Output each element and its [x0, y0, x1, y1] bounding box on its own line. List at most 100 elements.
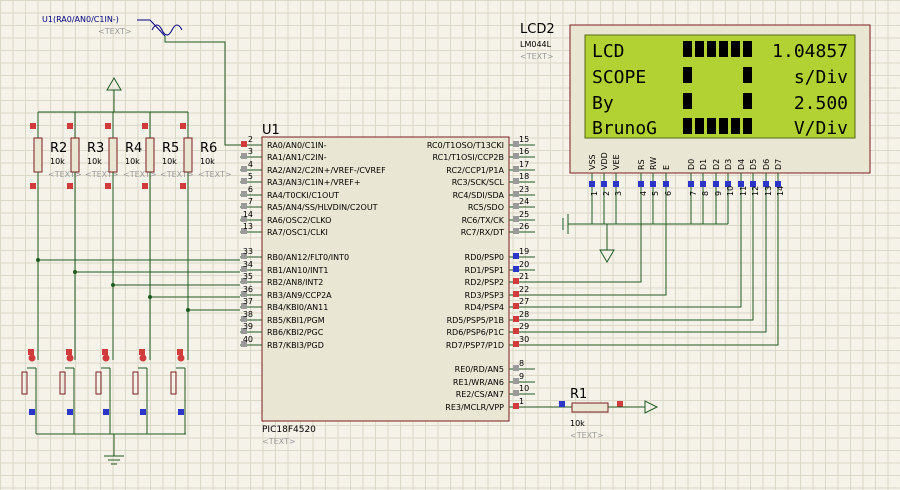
- mcu-pin-number-2: 2: [248, 135, 253, 144]
- lcd-pin-number-6: 6: [664, 191, 673, 196]
- lcd-row-left-text: By: [592, 93, 614, 114]
- lcd-pin-marker: [650, 181, 656, 187]
- resistor-body: [70, 137, 80, 173]
- mcu-pin-marker-left: [241, 141, 247, 147]
- lcd-row-left-text: LCD: [592, 41, 625, 62]
- lcd-pin-name-d1: D1: [699, 159, 708, 170]
- lcd-row-right-text: 1.04857: [772, 41, 848, 62]
- mcu-pin-name-10: RE2/CS/AN7: [456, 390, 504, 399]
- lcd-pin-number-14: 14: [776, 186, 785, 196]
- lcd-part: LM044L: [520, 40, 552, 49]
- resistor-value: 10k: [125, 157, 140, 166]
- mcu-pin-number-8: 8: [519, 359, 524, 368]
- mcu-pin-number-35: 35: [243, 272, 253, 281]
- lcd-block-char: [683, 67, 692, 83]
- r1-text-placeholder: <TEXT>: [570, 431, 604, 440]
- lcd-pin-number-10: 10: [726, 186, 735, 196]
- lcd-pin-number-5: 5: [651, 191, 660, 196]
- button-pin-top: [177, 349, 183, 355]
- mcu-pin-name-20: RD1/PSP1: [465, 266, 504, 275]
- lcd-pin-number-11: 11: [739, 186, 748, 196]
- mcu-pin-number-30: 30: [519, 335, 529, 344]
- mcu-pin-name-8: RE0/RD/AN5: [455, 365, 504, 374]
- lcd-pin-name-d5: D5: [749, 159, 758, 170]
- mcu-pin-name-29: RD6/PSP6/P1C: [446, 328, 504, 337]
- r1-ref: R1: [570, 387, 587, 402]
- mcu-pin-number-19: 19: [519, 247, 529, 256]
- lcd-block-char: [695, 41, 704, 57]
- resistor-ref-r4: R4: [125, 141, 142, 156]
- lcd-block-char: [683, 41, 692, 57]
- resistor-pin-top: [30, 123, 36, 129]
- lcd-pin-marker: [713, 181, 719, 187]
- resistor-body: [108, 137, 118, 173]
- resistor-body: [145, 137, 155, 173]
- button-pin-bottom: [103, 409, 109, 415]
- probe-wire-to-ra0: [164, 36, 240, 146]
- lcd-row-left-text: SCOPE: [592, 67, 646, 88]
- lcd-pin-name-rs: RS: [637, 159, 646, 170]
- lcd-pin-marker: [688, 181, 694, 187]
- resistor-value: 10k: [87, 157, 102, 166]
- lcd-text-placeholder: <TEXT>: [520, 52, 554, 61]
- wire-d4-rd4: [535, 198, 742, 308]
- mcu-pin-number-18: 18: [519, 172, 529, 181]
- resistor-ref-r6: R6: [200, 141, 217, 156]
- button-pin-top: [102, 349, 108, 355]
- button-plunger: [59, 371, 66, 395]
- mcu-pin-number-15: 15: [519, 135, 529, 144]
- button-contact: [102, 354, 110, 362]
- mcu-pin-name-39: RB6/KBI2/PGC: [267, 328, 324, 337]
- mcu-pin-name-38: RB5/KBI1/PGM: [267, 316, 325, 325]
- resistor-value: 10k: [50, 157, 65, 166]
- resistor-text-placeholder: <TEXT>: [198, 170, 232, 179]
- mcu-pin-number-22: 22: [519, 285, 529, 294]
- mcu-pin-name-1: RE3/MCLR/VPP: [445, 403, 504, 412]
- lcd-ref: LCD2: [520, 22, 555, 37]
- button-pin-bottom: [67, 409, 73, 415]
- lcd-pin-number-9: 9: [714, 191, 723, 196]
- resistor-value: 10k: [200, 157, 215, 166]
- mcu-pin-name-21: RD2/PSP2: [465, 278, 504, 287]
- mcu-pin-name-19: RD0/PSP0: [465, 253, 504, 262]
- button-pin-top: [28, 349, 34, 355]
- mcu-pin-marker-left: [241, 191, 247, 197]
- lcd-pin-name-d6: D6: [762, 159, 771, 170]
- mcu-pin-number-28: 28: [519, 310, 529, 319]
- mcu-pin-number-9: 9: [519, 372, 524, 381]
- mcu-pin-number-20: 20: [519, 260, 529, 269]
- mcu-pin-number-21: 21: [519, 272, 529, 281]
- resistor-pin-bottom: [30, 183, 36, 189]
- mcu-pin-number-1: 1: [519, 397, 524, 406]
- mcu-pin-number-36: 36: [243, 285, 253, 294]
- resistor-body: [33, 137, 43, 173]
- mcu-pin-number-27: 27: [519, 297, 529, 306]
- lcd-block-char: [683, 118, 692, 134]
- mcu-pin-name-13: RA7/OSC1/CLKI: [267, 228, 328, 237]
- lcd-pin-number-13: 13: [764, 186, 773, 196]
- lcd-row-right-text: V/Div: [794, 118, 848, 139]
- mcu-pin-name-34: RB1/AN10/INT1: [267, 266, 328, 275]
- mcu-pin-name-22: RD3/PSP3: [465, 291, 504, 300]
- lcd-pin-number-1: 1: [590, 191, 599, 196]
- mcu-pin-name-9: RE1/WR/AN6: [453, 378, 504, 387]
- button-plunger: [21, 371, 28, 395]
- lcd-pin-number-2: 2: [602, 191, 611, 196]
- resistor-pin-top: [142, 123, 148, 129]
- mcu-pin-number-14: 14: [243, 210, 253, 219]
- mcu-pin-number-4: 4: [248, 160, 253, 169]
- lcd-block-char: [731, 118, 740, 134]
- mcu-pin-name-24: RC5/SDO: [468, 203, 504, 212]
- mcu-pin-number-24: 24: [519, 197, 529, 206]
- button-contact: [66, 354, 74, 362]
- button-contact: [139, 354, 147, 362]
- r1-value: 10k: [570, 419, 585, 428]
- mcu-pin-number-34: 34: [243, 260, 253, 269]
- button-pin-top: [139, 349, 145, 355]
- lcd-pin-name-vee: VEE: [612, 154, 621, 170]
- power-arrow-icon: [644, 400, 659, 414]
- lcd-pin-name-d0: D0: [687, 159, 696, 170]
- lcd-pin-marker: [700, 181, 706, 187]
- mcu-pin-name-35: RB2/AN8/INT2: [267, 278, 323, 287]
- lcd-block-char: [743, 118, 752, 134]
